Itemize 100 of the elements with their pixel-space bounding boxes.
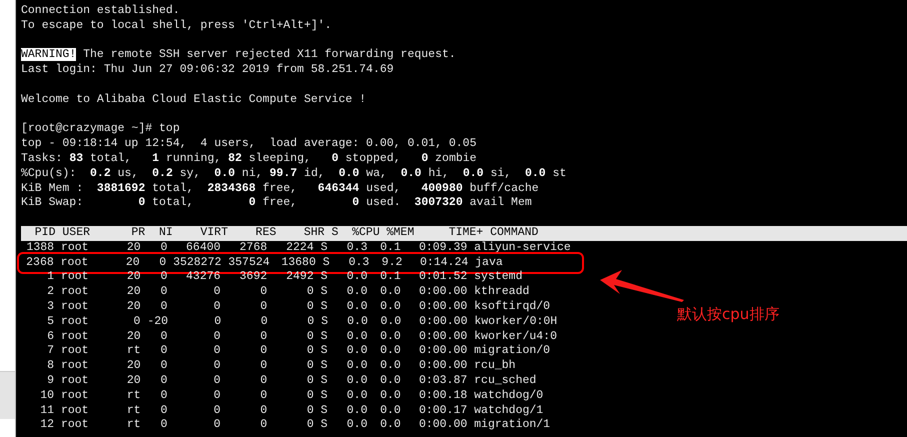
table-cell-text: 7	[46, 344, 54, 360]
terminal-line: Tasks: 83 total, 1 running, 82 sleeping, 0 stopped, 0 zombie	[21, 152, 478, 167]
table-cell: S	[320, 330, 328, 344]
table-cell-text: root	[60, 330, 90, 344]
table-cell-text: root	[60, 374, 90, 389]
table-cell-text: migration/0	[474, 344, 552, 360]
table-cell-text: 20	[126, 270, 141, 286]
terminal-line: Connection established.	[21, 4, 181, 19]
table-cell-text: ksoftirqd/0	[474, 300, 552, 315]
table-cell-text: 0	[159, 404, 168, 418]
table-cell-text: 20	[126, 285, 141, 300]
table-cell-text: rt	[126, 344, 141, 360]
table-cell: S	[320, 270, 328, 286]
table-cell-text: 0.0	[379, 404, 401, 418]
table-cell-text: 0	[259, 388, 268, 404]
table-cell: S	[320, 404, 328, 418]
table-cell-text: 0	[306, 388, 314, 404]
table-cell-text: 11	[39, 404, 54, 418]
terminal-line: [root@crazymage ~]# top	[21, 122, 181, 138]
column-header: RES	[254, 226, 276, 241]
table-cell-text: 0.0	[379, 418, 401, 434]
table-cell-text: 0	[158, 256, 166, 270]
table-cell-text: 0	[259, 344, 268, 360]
table-cell: S	[320, 359, 328, 374]
table-cell-text: 3692	[238, 270, 268, 286]
table-cell-text: 1	[46, 270, 54, 286]
table-cell: -20	[147, 314, 168, 330]
table-cell-text: 2368	[25, 256, 54, 270]
column-header: VIRT	[199, 226, 228, 241]
terminal-line: Welcome to Alibaba Cloud Elastic Compute Service !	[21, 92, 368, 108]
terminal-line: KiB Mem : 3881692 total, 2834368 free, 646344 used, 400980 buff/cache	[21, 182, 540, 196]
table-cell-text: root	[60, 240, 90, 256]
table-cell-text: 0	[306, 300, 314, 315]
table-cell-text: 2492	[285, 270, 314, 286]
table-cell-text: 0	[212, 344, 221, 360]
table-cell-text: 0.0	[379, 300, 401, 315]
table-cell-text: 20	[126, 240, 141, 256]
table-cell-text: 0	[306, 404, 314, 418]
table-cell: S	[320, 240, 328, 256]
table-cell-text: 20	[126, 300, 141, 315]
table-cell-text: root	[60, 344, 90, 360]
table-cell-text: 0.0	[379, 344, 401, 360]
table-cell-text: 0	[212, 359, 221, 374]
table-cell-text: 0:03.87	[418, 374, 468, 389]
table-cell-text: 6	[46, 330, 54, 344]
table-cell-text: 0.0	[346, 418, 368, 434]
table-cell-text: kworker/0:0H	[474, 314, 558, 330]
table-cell-text: 0	[159, 240, 168, 256]
table-cell-text: 1388	[25, 240, 54, 256]
table-cell-text: 0.0	[346, 388, 368, 404]
table-cell-text: 0:00.17	[418, 404, 468, 418]
table-cell-text: 0	[212, 374, 221, 389]
table-cell-text: 0	[159, 270, 168, 286]
table-cell-text: rt	[126, 388, 141, 404]
terminal-line: KiB Swap: 0 total, 0 free, 0 used. 3007320 avail Mem	[21, 196, 533, 212]
table-cell-text: 0.0	[379, 330, 401, 344]
table-cell-text: 0	[212, 330, 221, 344]
table-cell-text: 0.0	[346, 285, 368, 300]
table-cell-text: 0.0	[379, 359, 401, 374]
table-cell-text: 8	[46, 359, 54, 374]
table-cell-text: systemd	[474, 270, 524, 286]
column-header: PID	[34, 226, 56, 241]
side-panel-block	[0, 371, 15, 419]
table-cell: S	[322, 256, 330, 270]
table-cell-text: 0	[159, 388, 168, 404]
table-cell-text: 0:09.39	[418, 240, 468, 256]
column-header: S	[331, 226, 338, 241]
table-cell-text: root	[60, 285, 90, 300]
table-cell-text: 0:00.00	[418, 344, 468, 360]
table-cell-text: 0	[159, 344, 168, 360]
table-cell-text: 0:14.24	[418, 256, 468, 270]
table-cell-text: 66400	[185, 240, 221, 256]
warning-label: WARNING!	[21, 48, 76, 62]
table-cell-text: 13680	[280, 256, 316, 270]
table-cell-text: 9	[46, 374, 54, 389]
table-cell-text: 0:00.00	[418, 314, 468, 330]
table-cell: S	[320, 285, 328, 300]
column-header: NI	[158, 226, 173, 241]
table-cell-text: 20	[124, 256, 140, 270]
column-header: PR	[130, 226, 146, 241]
table-cell-text: 0	[259, 418, 268, 434]
table-cell-text: rcu_sched	[474, 374, 538, 389]
table-cell-text: 0.0	[346, 270, 368, 286]
table-cell-text: 0	[212, 418, 221, 434]
table-cell-text: root	[60, 300, 90, 315]
table-cell-text: 0.0	[379, 285, 401, 300]
table-cell-text: 0	[259, 359, 268, 374]
table-cell-text: 0.0	[379, 314, 402, 330]
table-cell-text: 0	[213, 314, 222, 330]
table-cell-text: migration/1	[474, 418, 552, 434]
table-cell: S	[320, 344, 328, 360]
table-cell-text: kworker/u4:0	[474, 330, 558, 344]
column-header: %MEM	[386, 226, 414, 241]
table-cell: 3528272	[173, 256, 222, 270]
table-cell-text: 0:00.00	[418, 330, 468, 344]
table-cell: S	[321, 314, 328, 330]
table-cell-text: 0	[259, 300, 268, 315]
table-cell-text: 20	[126, 359, 141, 374]
table-cell-text: 3	[46, 300, 54, 315]
terminal-line: Last login: Thu Jun 27 09:06:32 2019 from 58.251.74.69	[21, 63, 395, 78]
